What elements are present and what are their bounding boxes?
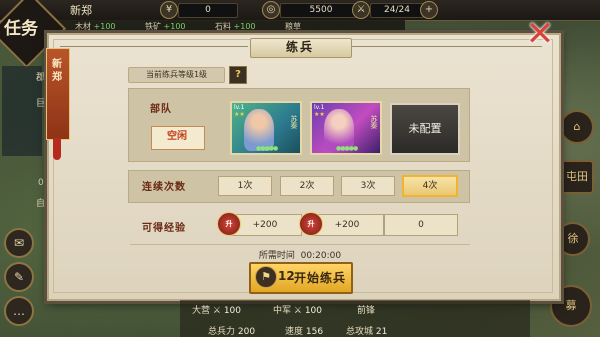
command-token-icon: ⚑ bbox=[255, 266, 277, 288]
unconfigured-label: 未配置 bbox=[408, 122, 442, 135]
edit-icon[interactable]: ✎ bbox=[4, 262, 34, 292]
troop-label: 部队 bbox=[150, 104, 172, 115]
task-label: 任务 bbox=[4, 19, 38, 39]
time-required: 所需时间 00:20:00 bbox=[258, 251, 342, 261]
start-cost: 12 bbox=[278, 269, 295, 283]
general-level-1: lv.1 bbox=[234, 104, 245, 111]
iron-production: 铁矿 +100 bbox=[145, 22, 186, 31]
star-icon: ★★ bbox=[234, 111, 245, 118]
training-level-label: 当前练兵等级1级 bbox=[128, 67, 225, 83]
chat-icon[interactable]: … bbox=[4, 296, 34, 326]
general-name-2: 苏秦 bbox=[370, 115, 378, 129]
xu-button[interactable]: 徐 bbox=[556, 222, 590, 256]
level-up-icon: 升 bbox=[217, 212, 241, 236]
help-button[interactable]: ? bbox=[229, 66, 247, 84]
copper-coin-icon: ¥ bbox=[160, 1, 178, 19]
left-partial-3: 0 bbox=[38, 178, 44, 188]
stone-production: 石料 +100 bbox=[215, 22, 256, 31]
troop-count: 24/24 bbox=[370, 3, 424, 18]
resource-gold: 5500 bbox=[280, 3, 362, 18]
divider bbox=[130, 244, 470, 245]
close-button[interactable]: ✕ bbox=[520, 16, 560, 52]
speed-stat: 速度 156 bbox=[285, 327, 324, 337]
count-option-4[interactable]: 4次 bbox=[402, 175, 458, 197]
skill-dots-icon: ●●●●● bbox=[336, 145, 358, 152]
resource-copper: 0 bbox=[178, 3, 238, 18]
exp-value-3: 0 bbox=[384, 214, 458, 236]
zhong-jun-stat: 中军 ⚔ 100 bbox=[273, 306, 322, 316]
count-label: 连续次数 bbox=[142, 182, 186, 193]
title-line-left bbox=[60, 46, 248, 47]
city-tab-label: 新郑 bbox=[52, 59, 62, 83]
start-training-label: 开始练兵 bbox=[294, 271, 347, 285]
exp-label: 可得经验 bbox=[142, 223, 186, 234]
idle-status: 空闲 bbox=[167, 131, 187, 142]
city-name[interactable]: 新郑 bbox=[70, 2, 92, 18]
count-option-2[interactable]: 2次 bbox=[280, 176, 334, 196]
right-building-icon[interactable]: ⌂ bbox=[560, 110, 594, 144]
general-level-2: lv.1 bbox=[314, 104, 325, 111]
left-partial-1: 郡 bbox=[36, 73, 46, 83]
farm-button[interactable]: 屯田 bbox=[560, 160, 594, 194]
modal-title: 练兵 bbox=[285, 40, 314, 54]
troop-icon: ⚔ bbox=[352, 1, 370, 19]
siege-stat: 总攻城 21 bbox=[346, 327, 388, 337]
skill-dots-icon: ●●●●● bbox=[256, 145, 278, 152]
da-ying-stat: 大营 ⚔ 100 bbox=[192, 306, 241, 316]
left-partial-4: 自 bbox=[36, 199, 46, 209]
left-partial-2: 巨 bbox=[36, 99, 46, 109]
total-force-stat: 总兵力 200 bbox=[208, 327, 256, 337]
general-card-2[interactable]: lv.1 ★★ 苏秦 ●●●●● bbox=[310, 101, 382, 155]
general-card-1[interactable]: lv.1 ★★ 苏秦 ●●●●● bbox=[230, 101, 302, 155]
gold-icon: ◎ bbox=[262, 1, 280, 19]
close-icon: ✕ bbox=[525, 14, 555, 54]
wood-production: 木材 +100 bbox=[75, 22, 116, 31]
add-icon[interactable]: + bbox=[420, 1, 438, 19]
qian-feng-stat: 前锋 bbox=[357, 306, 376, 316]
count-option-3[interactable]: 3次 bbox=[341, 176, 395, 196]
count-option-1[interactable]: 1次 bbox=[218, 176, 272, 196]
mail-icon[interactable]: ✉ bbox=[4, 228, 34, 258]
level-up-icon: 升 bbox=[299, 212, 323, 236]
title-line-right bbox=[352, 46, 542, 47]
general-name-1: 苏秦 bbox=[290, 115, 298, 129]
grain-production: 粮草 bbox=[285, 22, 301, 31]
tassel-decoration bbox=[53, 138, 61, 160]
star-icon: ★★ bbox=[314, 111, 325, 118]
